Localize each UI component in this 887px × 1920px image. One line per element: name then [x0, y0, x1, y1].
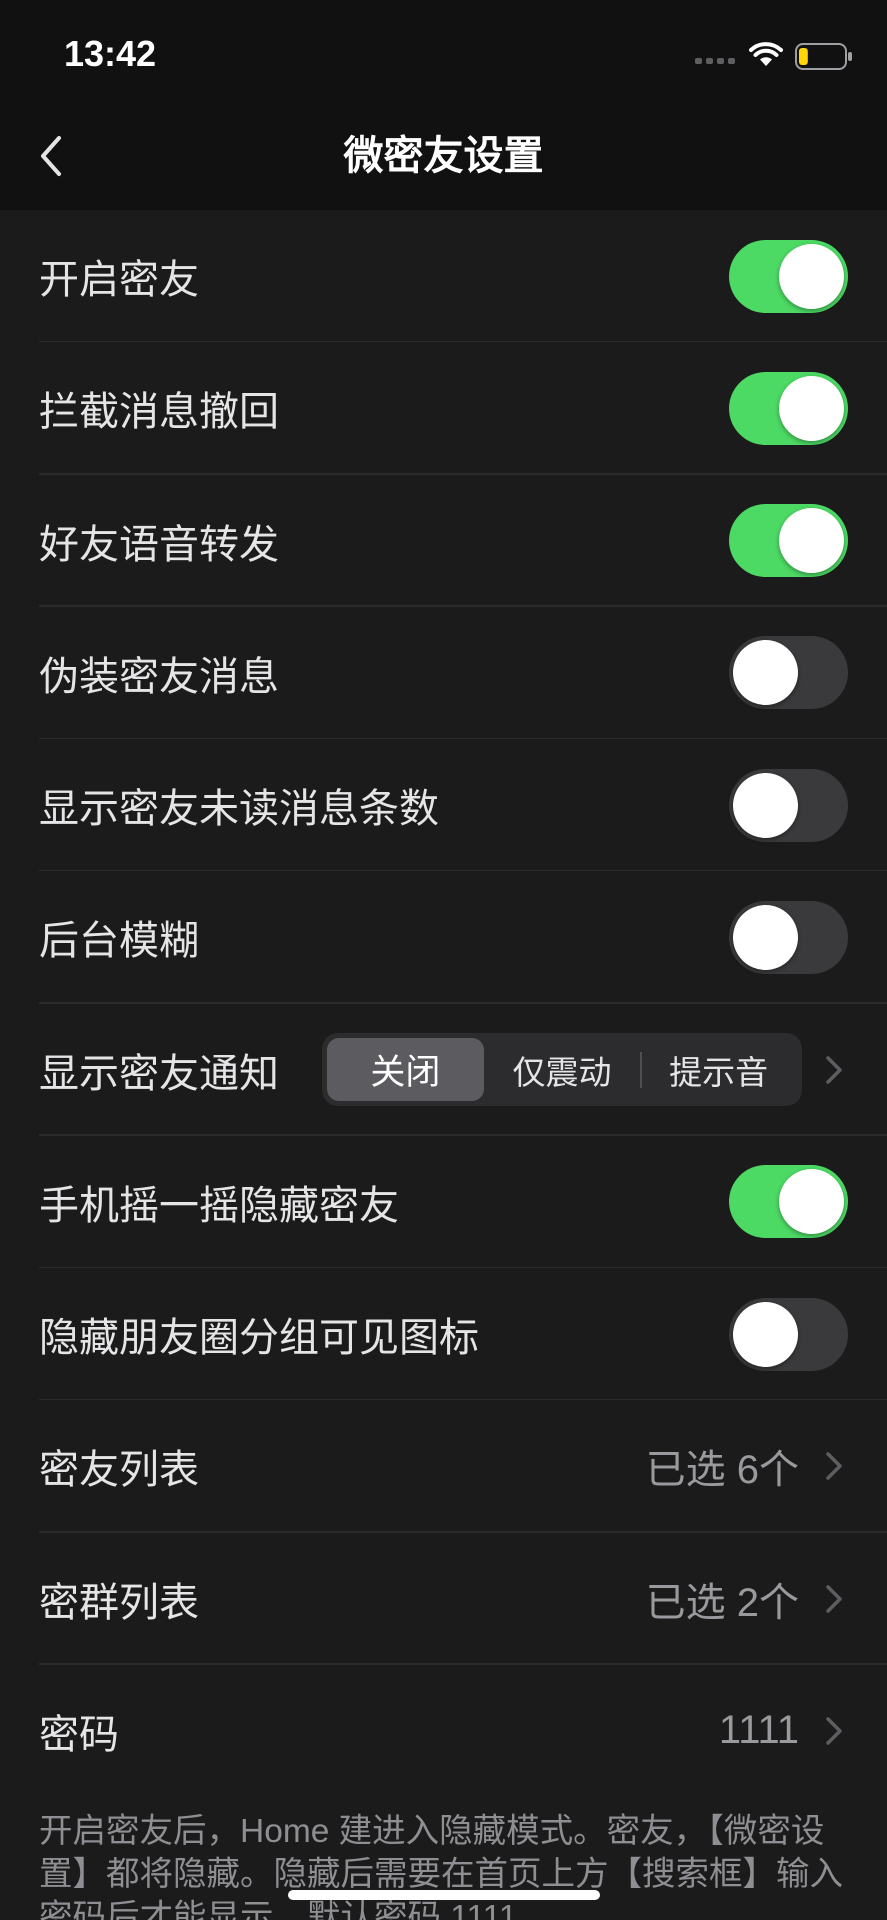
status-time: 13:42 [64, 33, 157, 74]
battery-icon [795, 43, 852, 70]
signal-dot [717, 58, 724, 64]
setting-label: 伪装密友消息 [39, 654, 279, 699]
setting-row-show-unread-count: 显示密友未读消息条数 [0, 739, 887, 872]
toggle-knob [733, 904, 798, 970]
block-message-recall-toggle[interactable] [729, 371, 848, 445]
toggle-knob [779, 1169, 844, 1235]
footer-note-line: 开启密友后，Home 建进入隐藏模式。密友，【微密设 [39, 1813, 825, 1850]
shake-to-hide-toggle[interactable] [729, 1165, 848, 1239]
setting-label: 拦截消息撤回 [39, 390, 279, 435]
background-blur-toggle[interactable] [729, 900, 848, 974]
setting-label: 开启密友 [39, 258, 199, 303]
toggle-knob [779, 508, 844, 574]
disguise-private-messages-toggle[interactable] [729, 636, 848, 710]
segment-sound[interactable]: 提示音 [640, 1038, 797, 1101]
segment-vibrate-only[interactable]: 仅震动 [484, 1038, 641, 1101]
setting-row-friend-voice-forward: 好友语音转发 [0, 475, 887, 608]
page-title: 微密友设置 [343, 134, 544, 178]
chevron-right-icon[interactable] [825, 1055, 843, 1085]
settings-screen: 13:42 微密友设置 开启密友 拦截消息撤回 好友语音转发 伪装密友消息 显示… [0, 0, 887, 1920]
chevron-right-icon [826, 1584, 842, 1613]
cellular-signal-icon [695, 58, 735, 65]
status-bar: 13:42 [0, 0, 887, 100]
setting-row-background-blur: 后台模糊 [0, 871, 887, 1004]
setting-label: 显示密友未读消息条数 [39, 787, 439, 832]
battery-cap [848, 52, 852, 61]
setting-label: 显示密友通知 [39, 1051, 279, 1096]
settings-list: 开启密友 拦截消息撤回 好友语音转发 伪装密友消息 显示密友未读消息条数 后台模… [0, 210, 887, 1797]
wifi-icon [749, 42, 783, 66]
battery-level-fill [799, 48, 808, 65]
wifi-arc-inner [753, 48, 779, 57]
setting-row-shake-to-hide: 手机摇一摇隐藏密友 [0, 1136, 887, 1269]
toggle-knob [733, 640, 798, 706]
hide-moments-group-icon-toggle[interactable] [729, 1297, 848, 1371]
toggle-knob [779, 243, 844, 309]
chevron-right-icon [826, 1452, 842, 1480]
footer-note: 开启密友后，Home 建进入隐藏模式。密友，【微密设 置】都将隐藏。隐藏后需要在… [39, 1797, 848, 1920]
segment-off[interactable]: 关闭 [327, 1038, 484, 1102]
signal-dot [706, 58, 713, 64]
show-unread-count-toggle[interactable] [729, 768, 848, 842]
toggle-knob [733, 1301, 798, 1367]
setting-row-private-friends-list[interactable]: 密友列表 已选 6个 [0, 1400, 887, 1533]
setting-label: 密友列表 [39, 1448, 199, 1493]
setting-value: 已选 2个 [645, 1580, 799, 1625]
setting-label: 隐藏朋友圈分组可见图标 [39, 1316, 479, 1361]
setting-row-enable-private-friends: 开启密友 [0, 210, 887, 343]
setting-row-block-message-recall: 拦截消息撤回 [0, 342, 887, 475]
segment-divider [640, 1052, 642, 1089]
setting-label: 好友语音转发 [39, 522, 279, 567]
setting-value: 1111 [718, 1708, 799, 1753]
toggle-knob [779, 375, 844, 441]
wifi-dot [760, 57, 772, 66]
top-bar: 13:42 微密友设置 [0, 0, 887, 210]
setting-row-private-groups-list[interactable]: 密群列表 已选 2个 [0, 1533, 887, 1666]
setting-row-hide-moments-group-icon: 隐藏朋友圈分组可见图标 [0, 1268, 887, 1401]
signal-dot [728, 58, 735, 64]
friend-voice-forward-toggle[interactable] [729, 504, 848, 578]
chevron-right-icon [826, 1717, 842, 1745]
setting-row-disguise-private-messages: 伪装密友消息 [0, 607, 887, 740]
setting-row-show-notifications: 显示密友通知 关闭 仅震动 提示音 [0, 1004, 887, 1137]
toggle-knob [733, 772, 798, 838]
setting-label: 手机摇一摇隐藏密友 [39, 1183, 399, 1228]
setting-label: 后台模糊 [39, 919, 199, 964]
setting-label: 密群列表 [39, 1580, 199, 1625]
setting-value: 已选 6个 [645, 1448, 799, 1493]
home-indicator [288, 1890, 600, 1900]
enable-private-friends-toggle[interactable] [729, 239, 848, 313]
notification-mode-segmented-control: 关闭 仅震动 提示音 [322, 1033, 802, 1107]
signal-dot [695, 58, 702, 64]
setting-row-password[interactable]: 密码 1111 [0, 1665, 887, 1797]
setting-label: 密码 [39, 1712, 119, 1757]
